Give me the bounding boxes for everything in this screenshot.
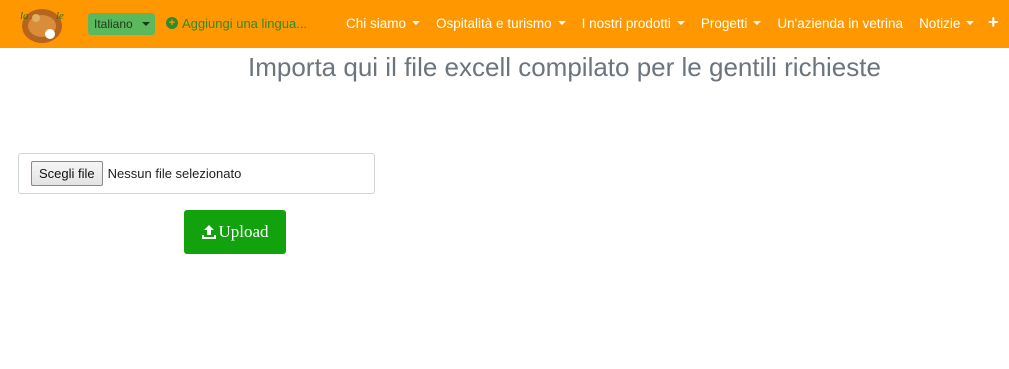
- choose-file-button[interactable]: Scegli file: [31, 161, 103, 186]
- language-select[interactable]: Italiano: [88, 13, 155, 35]
- menu-item-progetti[interactable]: Progetti: [701, 16, 762, 31]
- menu-item-nostri-prodotti[interactable]: I nostri prodotti: [582, 16, 685, 31]
- site-logo[interactable]: la le: [14, 2, 74, 46]
- chevron-down-icon: [753, 21, 762, 25]
- menu-item-label: Un'azienda in vetrina: [777, 15, 904, 31]
- upload-icon: [202, 225, 217, 239]
- menu-item-ospitalita-turismo[interactable]: Ospitalità e turismo: [436, 16, 566, 31]
- chevron-down-icon: [141, 22, 150, 26]
- menu-item-chi-siamo[interactable]: Chi siamo: [346, 15, 421, 31]
- add-language-label: Aggiungi una lingua...: [182, 15, 308, 31]
- main-menu: Chi siamo Ospitalità e turismo I nostri …: [346, 14, 990, 32]
- add-language-link[interactable]: + Aggiungi una lingua...: [166, 14, 307, 32]
- menu-item-label: Progetti: [700, 15, 748, 31]
- upload-button-label: Upload: [218, 222, 269, 241]
- chevron-down-icon: [966, 21, 975, 25]
- file-status-text: Nessun file selezionato: [107, 166, 242, 181]
- page-title: Importa qui il file excell compilato per…: [248, 52, 881, 82]
- menu-item-label: I nostri prodotti: [581, 15, 671, 31]
- menu-item-notizie[interactable]: Notizie: [919, 15, 975, 31]
- file-input[interactable]: Scegli file Nessun file selezionato: [18, 153, 375, 194]
- svg-text:la: la: [20, 10, 29, 22]
- language-select-value: Italiano: [94, 17, 133, 31]
- plus-circle-icon: +: [166, 17, 178, 29]
- top-navbar: la le Italiano + Aggiungi una lingua... …: [0, 0, 1009, 48]
- svg-text:le: le: [56, 10, 64, 22]
- chevron-down-icon: [557, 21, 566, 25]
- chevron-down-icon: [676, 21, 685, 25]
- menu-item-label: Ospitalità e turismo: [436, 15, 552, 31]
- menu-item-azienda-vetrina[interactable]: Un'azienda in vetrina: [777, 16, 903, 31]
- menu-item-label: Chi siamo: [346, 15, 407, 31]
- chevron-down-icon: [412, 21, 421, 25]
- plus-icon[interactable]: +: [988, 12, 999, 32]
- upload-button[interactable]: Upload: [184, 210, 286, 254]
- menu-item-label: Notizie: [919, 15, 961, 31]
